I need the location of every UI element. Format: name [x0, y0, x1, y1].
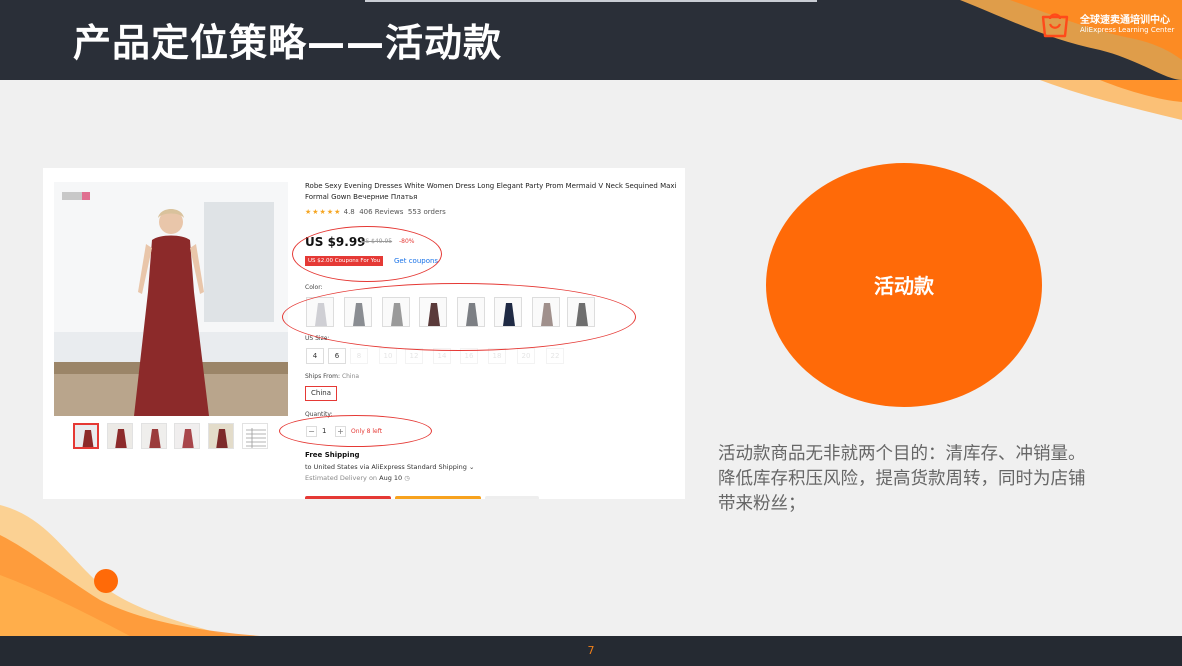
thumbnail-3[interactable]: [141, 423, 167, 449]
slide-header: 产品定位策略——活动款 全球速卖通培训中心 AliExpress Learnin…: [0, 0, 1182, 80]
circle-label: 活动款: [874, 274, 934, 298]
highlight-circle: 活动款: [766, 163, 1042, 407]
thumbnail-4[interactable]: [174, 423, 200, 449]
right-orange-wave: [1040, 80, 1182, 120]
rating-row: ★★★★★ 4.8 406 Reviews 553 orders: [305, 208, 446, 216]
wishlist-button[interactable]: [485, 496, 539, 499]
shipping-route[interactable]: to United States via AliExpress Standard…: [305, 463, 474, 471]
thumbnail-1[interactable]: [73, 423, 99, 449]
ships-from-row: Ships From: China: [305, 373, 359, 380]
orders-count: 553 orders: [407, 208, 446, 216]
size-option[interactable]: 12: [405, 348, 423, 364]
logo-title-en: AliExpress Learning Center: [1080, 26, 1175, 34]
shipping-title: Free Shipping: [305, 451, 360, 459]
thumbnail-2[interactable]: [107, 423, 133, 449]
product-title[interactable]: Robe Sexy Evening Dresses White Women Dr…: [305, 181, 677, 203]
bottom-left-orange-wave: [0, 505, 260, 636]
slide-footer: 7: [0, 636, 1182, 666]
ships-from-label: Ships From:: [305, 373, 341, 380]
logo-title-cn: 全球速卖通培训中心: [1080, 15, 1170, 26]
price-highlight-ellipse: [292, 226, 442, 282]
size-option[interactable]: 6: [328, 348, 346, 364]
quantity-highlight-ellipse: [279, 415, 432, 447]
rating-value: 4.8: [343, 208, 355, 216]
thumbnail-5[interactable]: [208, 423, 234, 449]
size-option[interactable]: 22: [546, 348, 564, 364]
delivery-date: Aug 10: [379, 474, 403, 482]
page-number: 7: [587, 644, 595, 657]
delivery-row: Estimated Delivery on Aug 10 ◷: [305, 474, 410, 482]
ships-from-value: China: [341, 373, 360, 380]
product-main-image: [54, 182, 288, 416]
color-highlight-ellipse: [282, 283, 636, 351]
reviews-link[interactable]: 406 Reviews: [359, 208, 403, 216]
page-title: 产品定位策略——活动款: [73, 21, 503, 65]
size-option[interactable]: 10: [379, 348, 397, 364]
ships-from-option[interactable]: China: [305, 386, 337, 401]
add-to-cart-button[interactable]: [395, 496, 481, 499]
description-text: 活动款商品无非就两个目的：清库存、冲销量。降低库存积压风险，提高货款周转，同时为…: [718, 444, 1086, 514]
dress-photo: [54, 182, 288, 416]
size-option[interactable]: 4: [306, 348, 324, 364]
color-label: Color:: [305, 284, 323, 291]
delivery-label: Estimated Delivery on: [305, 474, 378, 482]
clock-icon: ◷: [404, 474, 410, 482]
orange-dot: [94, 569, 118, 593]
size-option[interactable]: 20: [517, 348, 535, 364]
header-divider: [365, 0, 817, 2]
star-rating-icon: ★★★★★: [305, 208, 342, 216]
buy-now-button[interactable]: [305, 496, 391, 499]
size-option[interactable]: 8: [350, 348, 368, 364]
shopping-bag-icon: [1041, 13, 1069, 38]
thumbnail-size-chart[interactable]: [242, 423, 268, 449]
aliexpress-logo: 全球速卖通培训中心 AliExpress Learning Center: [1040, 8, 1178, 42]
